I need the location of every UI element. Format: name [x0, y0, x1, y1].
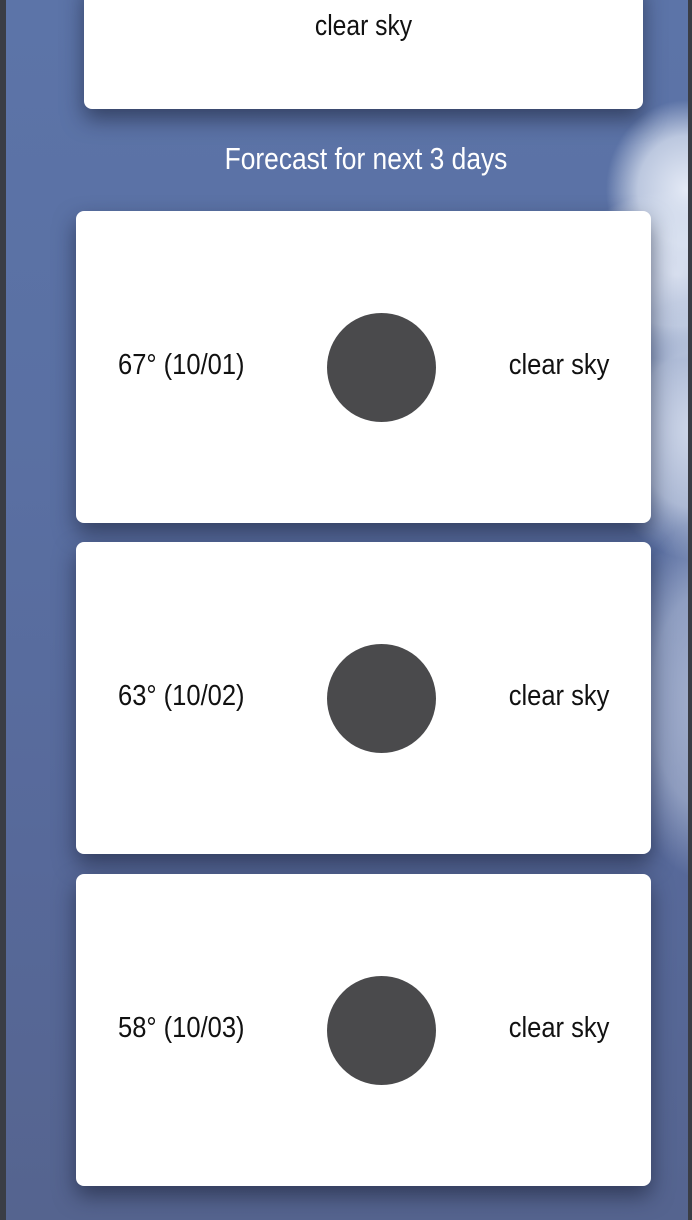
forecast-temperature-date: 67° (10/01) — [118, 349, 245, 381]
weather-icon — [327, 313, 436, 422]
forecast-card: 63° (10/02) clear sky — [76, 542, 651, 854]
forecast-description: clear sky — [508, 1012, 609, 1044]
forecast-description: clear sky — [508, 349, 609, 381]
current-weather-description: clear sky — [314, 10, 413, 42]
forecast-description: clear sky — [508, 680, 609, 712]
window-edge-right — [688, 0, 692, 1220]
app-viewport: clear sky Forecast for next 3 days 67° (… — [0, 0, 692, 1220]
forecast-card: 58° (10/03) clear sky — [76, 874, 651, 1186]
forecast-card: 67° (10/01) clear sky — [76, 211, 651, 523]
forecast-temperature-date: 63° (10/02) — [118, 680, 245, 712]
current-weather-card: clear sky — [84, 0, 643, 109]
weather-icon — [327, 644, 436, 753]
forecast-temperature-date: 58° (10/03) — [118, 1012, 245, 1044]
weather-icon — [327, 976, 436, 1085]
forecast-section-title: Forecast for next 3 days — [224, 141, 508, 176]
